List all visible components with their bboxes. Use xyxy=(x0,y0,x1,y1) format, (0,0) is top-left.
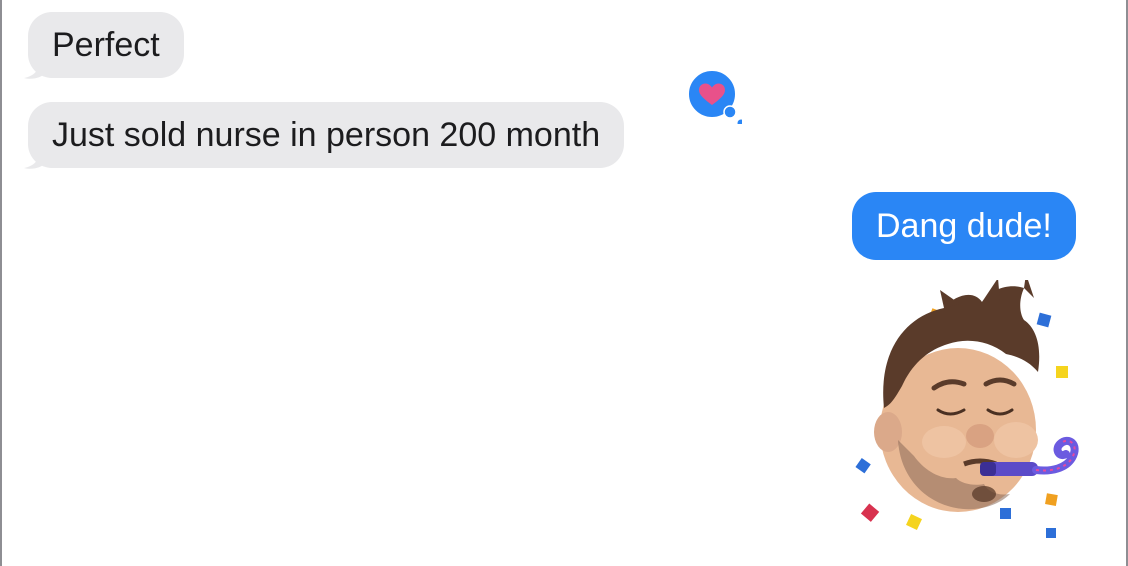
incoming-message-bubble[interactable]: Just sold nurse in person 200 month xyxy=(28,102,625,168)
heart-reaction-badge[interactable] xyxy=(686,68,742,124)
message-transcript: Perfect Just sold nurse in person 200 mo… xyxy=(0,0,1128,566)
memoji-party-blower-sticker[interactable] xyxy=(848,280,1108,540)
outgoing-message-bubble[interactable]: Dang dude! xyxy=(852,192,1076,260)
message-text: Just sold nurse in person 200 month xyxy=(52,116,601,154)
message-text: Perfect xyxy=(52,26,160,64)
bubble-tail-icon xyxy=(24,150,46,169)
incoming-message-bubble[interactable]: Perfect xyxy=(28,12,184,78)
bubble-tail-icon xyxy=(24,60,46,79)
message-text: Dang dude! xyxy=(876,207,1052,245)
